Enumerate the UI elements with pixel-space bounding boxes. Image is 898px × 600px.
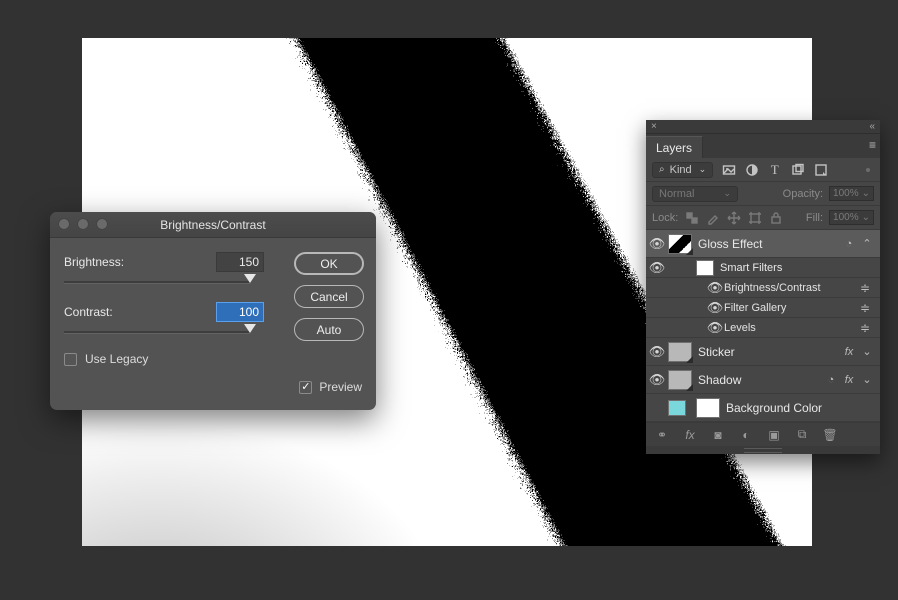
lock-pixels-icon[interactable]: [705, 210, 720, 225]
expand-icon[interactable]: ⌄: [858, 345, 876, 358]
layers-footer: ⚭ fx ◙ ◐ ▣ ⧉ 🗑: [646, 422, 880, 446]
filter-adjust-icon[interactable]: [744, 162, 759, 177]
ok-button[interactable]: OK: [294, 252, 364, 275]
filter-blend-options-icon[interactable]: ≑: [860, 321, 876, 335]
lock-row: Lock: Fill: 100%⌄: [646, 206, 880, 230]
mask-thumbnail[interactable]: [696, 398, 720, 418]
contrast-label: Contrast:: [64, 305, 144, 319]
brightness-input[interactable]: [216, 252, 264, 272]
filter-type-icon[interactable]: T: [767, 162, 782, 177]
fx-icon[interactable]: fx: [840, 346, 858, 358]
smart-filter-brightness-contrast[interactable]: 👁 Brightness/Contrast ≑: [646, 278, 880, 298]
contrast-input[interactable]: [216, 302, 264, 322]
traffic-minimize[interactable]: [77, 218, 89, 230]
preview-label: Preview: [319, 380, 362, 394]
layer-row-gloss-effect[interactable]: 👁 Gloss Effect ◔ ⌃: [646, 230, 880, 258]
use-legacy-checkbox[interactable]: [64, 353, 77, 366]
fill-input[interactable]: 100%⌄: [829, 210, 874, 225]
preview-checkbox[interactable]: [299, 381, 312, 394]
brightness-slider-thumb[interactable]: [244, 274, 256, 283]
visibility-toggle[interactable]: 👁: [706, 300, 724, 316]
lock-all-icon[interactable]: [768, 210, 783, 225]
tab-layers[interactable]: Layers: [646, 136, 703, 158]
cancel-button[interactable]: Cancel: [294, 285, 364, 308]
layer-name[interactable]: Gloss Effect: [698, 237, 840, 251]
new-group-icon[interactable]: ▣: [766, 428, 782, 442]
filter-shape-icon[interactable]: [790, 162, 805, 177]
filter-mask-thumbnail[interactable]: [696, 260, 714, 276]
layers-panel: × « Layers ≡ ⌕ Kind ⌄ T Normal⌄ Opacity:…: [646, 120, 880, 454]
opacity-label: Opacity:: [783, 188, 823, 200]
link-layers-icon[interactable]: ⚭: [654, 428, 670, 442]
panel-close-icon[interactable]: ×: [651, 121, 657, 132]
blend-mode-value: Normal: [659, 188, 694, 200]
filter-smart-icon[interactable]: [813, 162, 828, 177]
contrast-slider-thumb[interactable]: [244, 324, 256, 333]
layer-name[interactable]: Sticker: [698, 345, 840, 359]
new-layer-icon[interactable]: ⧉: [794, 427, 810, 442]
window-controls: [58, 218, 108, 230]
fill-thumbnail[interactable]: [668, 400, 686, 416]
visibility-toggle[interactable]: 👁: [646, 260, 668, 276]
layer-thumbnail[interactable]: [668, 234, 692, 254]
auto-button[interactable]: Auto: [294, 318, 364, 341]
dialog-titlebar[interactable]: Brightness/Contrast: [50, 212, 376, 238]
contrast-slider[interactable]: [64, 326, 250, 340]
visibility-toggle[interactable]: 👁: [646, 344, 668, 360]
dialog-title: Brightness/Contrast: [160, 218, 265, 232]
layer-row-sticker[interactable]: 👁 Sticker fx ⌄: [646, 338, 880, 366]
blend-opacity-row: Normal⌄ Opacity: 100%⌄: [646, 182, 880, 206]
brightness-slider[interactable]: [64, 276, 250, 290]
panel-menu-icon[interactable]: ≡: [869, 138, 876, 152]
lock-label: Lock:: [652, 212, 678, 224]
panel-collapse-icon[interactable]: «: [869, 121, 875, 132]
filter-blend-options-icon[interactable]: ≑: [860, 301, 876, 315]
layer-row-background-color[interactable]: 👁 Background Color: [646, 394, 880, 422]
smart-filter-levels[interactable]: 👁 Levels ≑: [646, 318, 880, 338]
blend-mode-dropdown[interactable]: Normal⌄: [652, 186, 738, 202]
fx-icon[interactable]: fx: [840, 374, 858, 386]
smart-filters-row[interactable]: 👁 Smart Filters: [646, 258, 880, 278]
filter-kind-label: Kind: [670, 164, 692, 176]
visibility-toggle[interactable]: 👁: [706, 320, 724, 336]
lock-transparent-icon[interactable]: [684, 210, 699, 225]
filter-toggle[interactable]: [866, 168, 870, 172]
expand-icon[interactable]: ⌃: [858, 237, 876, 250]
filter-blend-options-icon[interactable]: ≑: [860, 281, 876, 295]
layer-thumbnail[interactable]: [668, 370, 692, 390]
visibility-toggle[interactable]: 👁: [646, 236, 668, 252]
smart-filter-icon[interactable]: ◔: [822, 374, 840, 386]
smart-filter-name: Brightness/Contrast: [724, 282, 860, 294]
opacity-input[interactable]: 100%⌄: [829, 186, 874, 201]
lock-artboard-icon[interactable]: [747, 210, 762, 225]
visibility-toggle[interactable]: 👁: [706, 280, 724, 296]
panel-resize-handle[interactable]: [646, 446, 880, 454]
filter-kind-dropdown[interactable]: ⌕ Kind ⌄: [652, 162, 713, 178]
smart-filter-name: Levels: [724, 322, 860, 334]
lock-position-icon[interactable]: [726, 210, 741, 225]
layer-name[interactable]: Shadow: [698, 373, 822, 387]
smart-filter-icon[interactable]: ◔: [840, 238, 858, 250]
fill-label: Fill:: [806, 212, 823, 224]
smart-filter-name: Filter Gallery: [724, 302, 860, 314]
layer-filter-row: ⌕ Kind ⌄ T: [646, 158, 880, 182]
smart-filters-label: Smart Filters: [720, 262, 876, 274]
traffic-zoom[interactable]: [96, 218, 108, 230]
layers-list: 👁 Gloss Effect ◔ ⌃ 👁 Smart Filters 👁 Bri…: [646, 230, 880, 422]
new-adjustment-icon[interactable]: ◐: [738, 428, 754, 442]
smart-filter-filter-gallery[interactable]: 👁 Filter Gallery ≑: [646, 298, 880, 318]
expand-icon[interactable]: ⌄: [858, 373, 876, 386]
layer-name[interactable]: Background Color: [726, 401, 876, 415]
add-mask-icon[interactable]: ◙: [710, 428, 726, 442]
brightness-label: Brightness:: [64, 255, 144, 269]
visibility-toggle[interactable]: 👁: [646, 372, 668, 388]
brightness-contrast-dialog: Brightness/Contrast OK Cancel Auto Brigh…: [50, 212, 376, 410]
filter-pixel-icon[interactable]: [721, 162, 736, 177]
delete-layer-icon[interactable]: 🗑: [822, 428, 838, 442]
layer-fx-icon[interactable]: fx: [682, 428, 698, 442]
layer-thumbnail[interactable]: [668, 342, 692, 362]
layer-row-shadow[interactable]: 👁 Shadow ◔ fx ⌄: [646, 366, 880, 394]
traffic-close[interactable]: [58, 218, 70, 230]
use-legacy-label: Use Legacy: [85, 352, 148, 366]
